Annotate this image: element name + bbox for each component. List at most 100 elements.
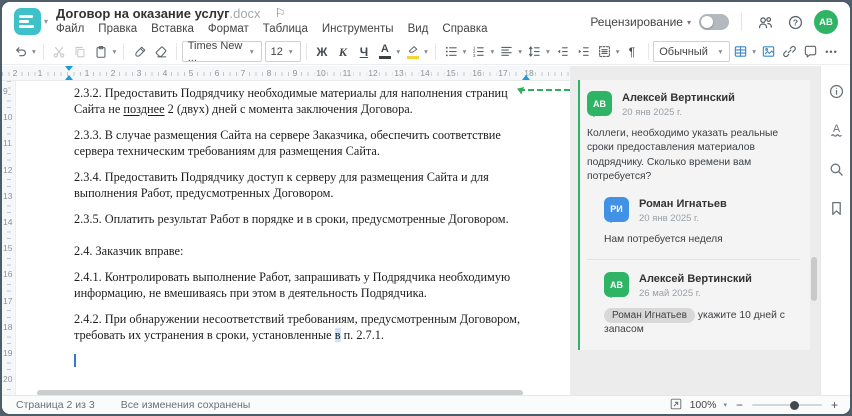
paste-caret-icon[interactable]: ▾ bbox=[113, 47, 117, 56]
indent-marker-right[interactable] bbox=[522, 71, 530, 80]
horizontal-ruler[interactable]: 2 1 1 2 3 4 5 6 7 8 9 10 11 12 13 14 15 16 17 18 bbox=[2, 66, 570, 81]
underline-button[interactable]: Ч bbox=[353, 41, 374, 62]
paragraph-settings-button[interactable] bbox=[594, 41, 615, 62]
bold-button[interactable]: Ж bbox=[311, 41, 332, 62]
insert-table-button[interactable] bbox=[730, 41, 751, 62]
bullet-list-caret-icon[interactable]: ▾ bbox=[463, 47, 467, 56]
comment-divider bbox=[587, 259, 800, 261]
comment-reply[interactable]: АВ Алексей Вертинский 26 май 2025 г. Роман … bbox=[604, 272, 800, 338]
vertical-ruler[interactable]: 9 10 11 12 13 14 15 16 17 18 19 20 bbox=[2, 81, 16, 395]
font-color-caret-icon[interactable]: ▾ bbox=[396, 47, 400, 56]
font-size-select[interactable]: 12 ▾ bbox=[264, 41, 301, 62]
numbered-list-caret-icon[interactable]: ▾ bbox=[490, 47, 494, 56]
insert-image-button[interactable] bbox=[758, 41, 779, 62]
insert-link-button[interactable] bbox=[779, 41, 800, 62]
zoom-slider[interactable] bbox=[751, 400, 822, 410]
ruler-number: 10 bbox=[314, 68, 328, 79]
undo-button[interactable] bbox=[10, 41, 31, 62]
insert-table-caret-icon[interactable]: ▾ bbox=[752, 47, 756, 56]
menu-item-2[interactable]: Вставка bbox=[151, 23, 194, 35]
nonprinting-chars-button[interactable]: ¶ bbox=[622, 41, 643, 62]
favorite-flag-icon[interactable]: ⚐ bbox=[275, 6, 286, 20]
line-spacing-button[interactable] bbox=[524, 41, 545, 62]
review-mode-label: Рецензирование bbox=[590, 15, 683, 29]
comment-text: Коллеги, необходимо указать реальные сро… bbox=[587, 128, 779, 183]
font-color-button[interactable]: А bbox=[374, 41, 395, 62]
menu-item-5[interactable]: Инструменты bbox=[322, 23, 394, 35]
spellcheck-icon[interactable]: А bbox=[828, 121, 846, 139]
right-sidebar: А bbox=[820, 66, 850, 395]
help-icon[interactable]: ? bbox=[784, 11, 806, 33]
zoom-slider-knob[interactable] bbox=[789, 400, 799, 410]
ruler-number: 10 bbox=[3, 111, 13, 124]
zoom-value[interactable]: 100% bbox=[690, 399, 717, 411]
collaboration-users-icon[interactable] bbox=[754, 11, 776, 33]
ruler-number: 18 bbox=[3, 320, 13, 333]
zoom-caret-icon[interactable]: ▾ bbox=[723, 401, 727, 409]
comment-author: Алексей Вертинский bbox=[622, 92, 735, 104]
ruler-number: 1 bbox=[82, 68, 92, 79]
clear-formatting-button[interactable] bbox=[150, 41, 171, 62]
cut-button[interactable] bbox=[49, 41, 70, 62]
highlight-button[interactable] bbox=[402, 41, 423, 62]
bookmark-icon[interactable] bbox=[828, 199, 846, 217]
ruler-number: 1 bbox=[35, 68, 45, 79]
app-logo-icon[interactable] bbox=[14, 8, 41, 35]
ruler-number: 20 bbox=[3, 373, 13, 386]
menu-item-1[interactable]: Правка bbox=[98, 23, 137, 35]
paste-button[interactable] bbox=[91, 41, 112, 62]
ruler-number: 9 bbox=[290, 68, 300, 79]
align-caret-icon[interactable]: ▾ bbox=[518, 47, 522, 56]
ruler-number: 15 bbox=[444, 68, 458, 79]
ruler-number: 11 bbox=[3, 137, 12, 150]
comment-reply[interactable]: РИ Роман Игнатьев 20 янв 2025 г. Нам потреб… bbox=[604, 196, 800, 247]
zoom-in-button[interactable]: + bbox=[829, 399, 840, 411]
user-avatar[interactable]: АВ bbox=[814, 10, 838, 34]
comment-thread[interactable]: АВ Алексей Вертинский 20 янв 2025 г. Коллег… bbox=[578, 80, 810, 350]
indent-marker-left-bottom[interactable] bbox=[65, 71, 73, 80]
line-spacing-caret-icon[interactable]: ▾ bbox=[546, 47, 550, 56]
comment-text: Нам потребуется неделя bbox=[604, 233, 723, 245]
zoom-out-button[interactable]: − bbox=[734, 399, 745, 411]
format-painter-button[interactable] bbox=[129, 41, 150, 62]
document-text: 2.3.2. Предоставить Подрядчику необходим… bbox=[74, 86, 540, 354]
ruler-number: 16 bbox=[3, 268, 13, 281]
undo-caret-icon[interactable]: ▾ bbox=[32, 47, 36, 56]
insert-comment-button[interactable] bbox=[800, 41, 821, 62]
numbered-list-button[interactable]: 123 bbox=[468, 41, 489, 62]
toolbar: ▾ ▾ Times New ... ▾ 12 ▾ Ж К Ч А ▾ ▾ ▾ 123… bbox=[2, 39, 850, 65]
copy-button[interactable] bbox=[70, 41, 91, 62]
document-page[interactable]: 2.3.2. Предоставить Подрядчику необходим… bbox=[16, 81, 570, 395]
comment-author: Роман Игнатьев bbox=[639, 197, 727, 210]
menu-item-3[interactable]: Формат bbox=[208, 23, 249, 35]
app-window: ▾ Договор на оказание услуг .docx ⚐ Файл… bbox=[0, 0, 852, 416]
review-toggle[interactable] bbox=[699, 14, 729, 30]
font-name-select[interactable]: Times New ... ▾ bbox=[181, 40, 262, 64]
comment[interactable]: АВ Алексей Вертинский 20 янв 2025 г. Коллег… bbox=[587, 91, 800, 185]
menu-bar: Файл Правка Вставка Формат Таблица Инструмент… bbox=[56, 23, 488, 35]
fit-width-icon[interactable] bbox=[669, 397, 683, 414]
paragraph: 2.3.3. В случае размещения Сайта на серв… bbox=[74, 128, 501, 158]
avatar: АВ bbox=[604, 272, 629, 299]
review-caret-icon[interactable]: ▾ bbox=[687, 18, 691, 27]
italic-button[interactable]: К bbox=[332, 41, 353, 62]
style-select[interactable]: Обычный ▾ bbox=[653, 41, 731, 62]
highlight-caret-icon[interactable]: ▾ bbox=[424, 47, 428, 56]
logo-caret-icon[interactable]: ▾ bbox=[44, 17, 48, 26]
comments-scrollbar[interactable] bbox=[811, 257, 817, 301]
search-icon[interactable] bbox=[828, 160, 846, 178]
align-button[interactable] bbox=[496, 41, 517, 62]
menu-item-7[interactable]: Справка bbox=[442, 23, 487, 35]
menu-item-4[interactable]: Таблица bbox=[263, 23, 308, 35]
menu-item-6[interactable]: Вид bbox=[408, 23, 429, 35]
increase-indent-button[interactable] bbox=[573, 41, 594, 62]
info-icon[interactable] bbox=[828, 82, 846, 100]
more-tools-button[interactable]: ••• bbox=[821, 41, 842, 62]
decrease-indent-button[interactable] bbox=[552, 41, 573, 62]
menu-item-0[interactable]: Файл bbox=[56, 23, 84, 35]
paragraph-settings-caret-icon[interactable]: ▾ bbox=[616, 47, 620, 56]
comment-date: 20 янв 2025 г. bbox=[639, 212, 700, 224]
comment-date: 20 янв 2025 г. bbox=[622, 107, 683, 118]
bullet-list-button[interactable] bbox=[441, 41, 462, 62]
mention-pill[interactable]: Роман Игнатьев bbox=[604, 308, 695, 324]
